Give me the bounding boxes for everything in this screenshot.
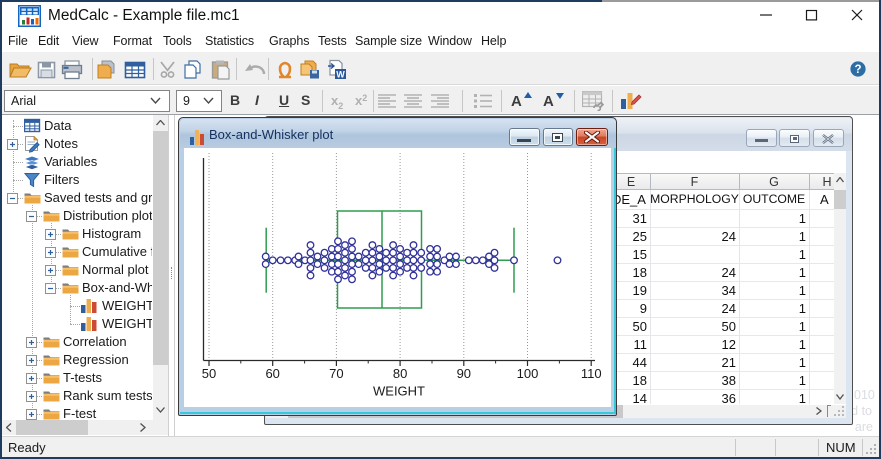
svg-text:100: 100 [517, 366, 539, 381]
svg-text:80: 80 [393, 366, 407, 381]
svg-text:W: W [336, 70, 345, 80]
svg-text:?: ? [854, 64, 861, 76]
svg-text:70: 70 [329, 366, 343, 381]
svg-text:110: 110 [581, 366, 602, 381]
svg-text:50: 50 [202, 366, 216, 381]
svg-text:A: A [543, 93, 554, 110]
svg-text:90: 90 [457, 366, 471, 381]
svg-text:A: A [511, 93, 522, 110]
svg-text:WEIGHT: WEIGHT [373, 384, 425, 399]
svg-text:60: 60 [265, 366, 279, 381]
